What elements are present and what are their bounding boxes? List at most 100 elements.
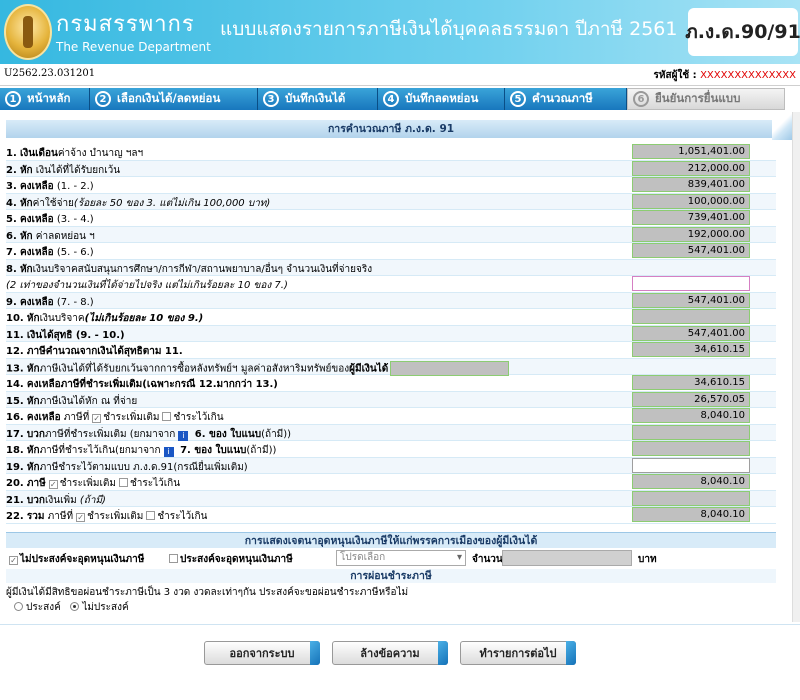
row-label: 12. ภาษีคำนวณจากเงินได้สุทธิตาม 11. bbox=[6, 346, 183, 357]
row-label: 4. หักค่าใช้จ่าย(ร้อยละ 50 ของ 3. แต่ไม่… bbox=[6, 197, 271, 209]
row-8-note: (2 เท่าของจำนวนเงินที่ได้จ่ายไปจริง แต่ไ… bbox=[6, 276, 776, 293]
row-5-remaining: 5. คงเหลือ (3. - 4.) 739,401.00 bbox=[6, 210, 776, 227]
step-4-record-deduction[interactable]: 4 บันทึกลดหย่อน bbox=[378, 88, 505, 110]
row-7-value: 547,401.00 bbox=[632, 243, 750, 258]
step-navigation: 1 หน้าหลัก 2 เลือกเงินได้/ลดหย่อน 3 บันทึกเ… bbox=[0, 88, 800, 112]
donation-amount-input[interactable] bbox=[502, 550, 632, 566]
row-label: 7. คงเหลือ (5. - 6.) bbox=[6, 247, 94, 258]
row-19-amount-input[interactable] bbox=[632, 457, 750, 473]
donate-checkbox[interactable] bbox=[169, 554, 178, 563]
clear-button[interactable]: ล้างข้อความ bbox=[332, 641, 448, 665]
donate-option[interactable]: ประสงค์จะอุดหนุนเงินภาษี bbox=[166, 552, 293, 567]
row-13-amount-input[interactable] bbox=[390, 360, 510, 376]
row-1-value: 1,051,401.00 bbox=[632, 144, 750, 159]
step-number-icon: 4 bbox=[383, 91, 399, 107]
calculation-table: 1. เงินเดือนค่าจ้าง บำนาญ ฯลฯ 1,051,401.0… bbox=[6, 144, 776, 524]
step-label: บันทึกลดหย่อน bbox=[405, 91, 479, 105]
no-donate-option[interactable]: ✓ ไม่ประสงค์จะอุดหนุนเงินภาษี bbox=[6, 552, 144, 567]
row-6-deductions: 6. หัก ค่าลดหย่อน ฯ 192,000.00 bbox=[6, 226, 776, 243]
row-2-value: 212,000.00 bbox=[632, 160, 750, 176]
step-number-icon: 3 bbox=[263, 91, 279, 107]
row-8-amount-input[interactable] bbox=[632, 276, 750, 291]
row-12-value: 34,610.15 bbox=[632, 342, 750, 357]
row-16-remaining-tax: 16. คงเหลือ ภาษีที่ ✓ ชำระเพิ่มเติม ชำระไว้… bbox=[6, 408, 776, 425]
calculation-section-title: การคำนวณภาษี ภ.ง.ด. 91 bbox=[6, 120, 776, 138]
row-16-value: 8,040.10 bbox=[632, 408, 750, 423]
installment-question: ผู้มีเงินได้มีสิทธิขอผ่อนชำระภาษีเป็น 3 … bbox=[6, 587, 409, 598]
row-21-value bbox=[632, 490, 750, 506]
step-number-icon: 1 bbox=[5, 91, 21, 107]
info-icon[interactable]: i bbox=[178, 430, 189, 441]
installment-options: ประสงค์ ไม่ประสงค์ bbox=[14, 600, 129, 615]
department-name-thai: กรมสรรพากร bbox=[56, 12, 195, 37]
row-6-value: 192,000.00 bbox=[632, 226, 750, 242]
step-5-calculate-tax[interactable]: 5 คำนวณภาษี bbox=[505, 88, 627, 110]
row-1-salary: 1. เงินเดือนค่าจ้าง บำนาญ ฯลฯ 1,051,401.0… bbox=[6, 144, 776, 161]
row-8-note-text: (2 เท่าของจำนวนเงินที่ได้จ่ายไปจริง แต่ไ… bbox=[6, 280, 288, 291]
row-21-surcharge: 21. บวกเงินเพิ่ม (ถ้ามี) bbox=[6, 490, 776, 507]
scrollbar[interactable] bbox=[792, 112, 800, 622]
row-9-remaining: 9. คงเหลือ (7. - 8.) 547,401.00 bbox=[6, 292, 776, 309]
step-label: คำนวณภาษี bbox=[532, 91, 593, 105]
overpaid-checkbox[interactable] bbox=[118, 478, 128, 487]
logout-button[interactable]: ออกจากระบบ bbox=[204, 641, 320, 665]
row-5-value: 739,401.00 bbox=[632, 210, 750, 225]
no-donate-checkbox[interactable]: ✓ bbox=[9, 556, 18, 565]
overpaid-checkbox[interactable] bbox=[162, 412, 172, 421]
row-label: 17. บวกภาษีที่ชำระเพิ่มเติม (ยกมาจาก i 6.… bbox=[6, 428, 292, 441]
row-label: 20. ภาษี ✓ ชำระเพิ่มเติม ชำระไว้เกิน bbox=[6, 478, 181, 489]
row-20-value: 8,040.10 bbox=[632, 474, 750, 489]
overpaid-checkbox[interactable] bbox=[146, 511, 156, 520]
next-button[interactable]: ทำรายการต่อไป bbox=[460, 641, 576, 665]
revenue-department-emblem-icon bbox=[4, 4, 52, 60]
step-2-select-income[interactable]: 2 เลือกเงินได้/ลดหย่อน bbox=[90, 88, 258, 110]
row-3-value: 839,401.00 bbox=[632, 177, 750, 192]
row-label: 22. รวม ภาษีที่ ✓ ชำระเพิ่มเติม ชำระไว้เกิน bbox=[6, 511, 208, 522]
row-label: 13. หักภาษีเงินได้ที่ได้รับยกเว้นจากการซ… bbox=[6, 360, 510, 377]
donation-row: ✓ ไม่ประสงค์จะอุดหนุนเงินภาษี ประสงค์จะอุ… bbox=[6, 550, 776, 568]
pay-additional-checkbox[interactable]: ✓ bbox=[76, 513, 86, 522]
pay-additional-checkbox[interactable]: ✓ bbox=[92, 414, 102, 423]
step-1-main[interactable]: 1 หน้าหลัก bbox=[0, 88, 90, 110]
page-curl-icon bbox=[772, 114, 794, 140]
row-2-exempt: 2. หัก เงินได้ที่ได้รับยกเว้น 212,000.00 bbox=[6, 160, 776, 177]
row-label: 21. บวกเงินเพิ่ม (ถ้ามี) bbox=[6, 494, 106, 506]
row-15-withholding: 15. หักภาษีเงินได้หัก ณ ที่จ่าย 26,570.05 bbox=[6, 391, 776, 408]
row-label: 11. เงินได้สุทธิ (9. - 10.) bbox=[6, 329, 125, 341]
header-banner: กรมสรรพากร The Revenue Department แบบแสด… bbox=[0, 0, 800, 64]
chevron-down-icon: ▾ bbox=[456, 552, 462, 563]
row-11-value: 547,401.00 bbox=[632, 325, 750, 341]
row-13-exempt-property: 13. หักภาษีเงินได้ที่ได้รับยกเว้นจากการซ… bbox=[6, 358, 776, 377]
party-select[interactable]: โปรดเลือก ▾ bbox=[336, 550, 466, 566]
pay-additional-checkbox[interactable]: ✓ bbox=[48, 480, 58, 489]
row-18-value bbox=[632, 441, 750, 456]
user-id-value: XXXXXXXXXXXXXX bbox=[700, 70, 796, 81]
step-3-record-income[interactable]: 3 บันทึกเงินได้ bbox=[258, 88, 378, 110]
row-label: 3. คงเหลือ (1. - 2.) bbox=[6, 181, 94, 192]
installment-no-radio[interactable] bbox=[70, 602, 80, 611]
row-4-expenses: 4. หักค่าใช้จ่าย(ร้อยละ 50 ของ 3. แต่ไม่… bbox=[6, 193, 776, 210]
row-label: 10. หักเงินบริจาค(ไม่เกินร้อยละ 10 ของ 9… bbox=[6, 313, 204, 324]
user-info: รหัสผู้ใช้ : XXXXXXXXXXXXXX bbox=[654, 68, 796, 83]
row-4-value: 100,000.00 bbox=[632, 193, 750, 209]
row-18-overpaid-tax: 18. หักภาษีที่ชำระไว้เกิน(ยกมาจาก i 7. ขอ… bbox=[6, 441, 776, 458]
row-label: 9. คงเหลือ (7. - 8.) bbox=[6, 296, 94, 308]
installment-yes-radio[interactable] bbox=[14, 602, 23, 611]
row-22-total-tax: 22. รวม ภาษีที่ ✓ ชำระเพิ่มเติม ชำระไว้เกิน… bbox=[6, 507, 776, 524]
info-icon[interactable]: i bbox=[163, 447, 174, 457]
installment-no-option[interactable]: ไม่ประสงค์ bbox=[70, 602, 129, 613]
row-label: 19. หักภาษีชำระไว้ตามแบบ ภ.ง.ด.91(กรณียื… bbox=[6, 461, 248, 473]
divider bbox=[0, 624, 800, 625]
form-code-badge: ภ.ง.ด.90/91 bbox=[685, 8, 800, 56]
installment-section-title: การผ่อนชำระภาษี bbox=[6, 569, 776, 583]
row-9-value: 547,401.00 bbox=[632, 292, 750, 308]
row-7-remaining: 7. คงเหลือ (5. - 6.) 547,401.00 bbox=[6, 243, 776, 260]
row-14-tax-payable: 14. คงเหลือภาษีที่ชำระเพิ่มเติม(เฉพาะกรณ… bbox=[6, 375, 776, 392]
user-id-label: รหัสผู้ใช้ : bbox=[653, 70, 697, 81]
installment-yes-option[interactable]: ประสงค์ bbox=[14, 602, 61, 613]
amount-label: จำนวน bbox=[472, 554, 503, 565]
step-6-confirm-filing[interactable]: 6 ยืนยันการยื่นแบบ bbox=[627, 88, 785, 110]
row-label: 8. หักเงินบริจาคสนับสนุนการศึกษา/การกีฬา… bbox=[6, 263, 373, 275]
row-label: 18. หักภาษีที่ชำระไว้เกิน(ยกมาจาก i 7. ขอ… bbox=[6, 445, 277, 457]
row-12-tax-computed: 12. ภาษีคำนวณจากเงินได้สุทธิตาม 11. 34,61… bbox=[6, 342, 776, 359]
